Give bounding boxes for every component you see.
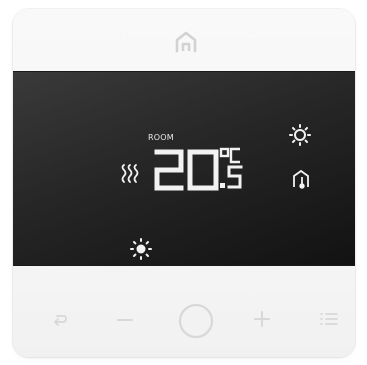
home-icon[interactable] — [174, 30, 198, 54]
back-icon[interactable] — [51, 311, 69, 329]
minus-icon[interactable] — [117, 316, 133, 324]
thermostat-stage: ROOM — [0, 0, 367, 365]
temperature-digit-0 — [187, 149, 219, 191]
temperature-unit — [219, 147, 240, 164]
plus-icon[interactable] — [253, 310, 271, 328]
thermometer-icon — [293, 169, 309, 189]
power-circle-icon[interactable] — [177, 302, 215, 340]
control-bar — [13, 264, 355, 357]
menu-list-icon[interactable] — [319, 310, 339, 328]
sun-icon — [130, 238, 152, 260]
temperature-digit-2 — [154, 149, 184, 191]
decimal-point — [220, 183, 225, 188]
heat-waves-icon — [121, 164, 139, 183]
temperature-readout — [121, 124, 311, 260]
thermostat-device: ROOM — [13, 9, 355, 357]
lcd-screen: ROOM — [13, 71, 355, 266]
sun-icon — [289, 124, 311, 146]
temperature-digit-5 — [227, 165, 243, 189]
